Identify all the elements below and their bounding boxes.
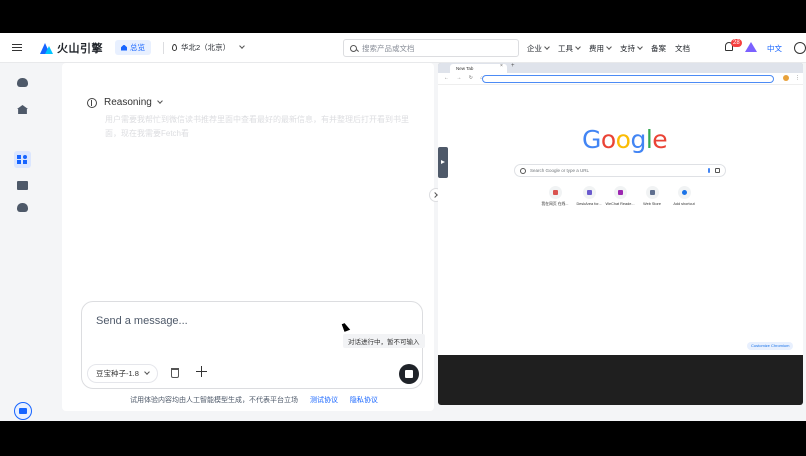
extension-icon[interactable]: [783, 75, 789, 81]
nav-link[interactable]: 备案: [651, 43, 666, 54]
tab-title: New Tab: [456, 66, 474, 71]
home-icon: [121, 44, 127, 51]
brain-icon: [87, 97, 97, 108]
toolbar: ← → ↻ ⌂ ⋮: [438, 73, 803, 85]
google-letter: g: [630, 125, 646, 154]
chevron-down-icon: [637, 43, 643, 50]
home-icon[interactable]: [17, 105, 28, 114]
shortcut-label: Add shortcut: [673, 202, 695, 206]
nav-link-label: 企业: [527, 43, 542, 53]
chevron-down-icon: [239, 43, 246, 49]
region-selector[interactable]: 华北2（北京）: [172, 42, 246, 53]
nav-link[interactable]: 文档: [675, 43, 690, 54]
google-logo: Google: [582, 125, 668, 154]
customize-button[interactable]: Customize Chromium: [747, 342, 794, 350]
overview-label: 总览: [130, 43, 145, 52]
product-icon[interactable]: [745, 42, 757, 52]
tab-strip: New Tab × +: [438, 63, 803, 73]
google-letter: G: [582, 125, 601, 154]
app-frame: 火山引擎 总览 华北2（北京） 搜索产品或文档 企业 工具 费用 支持 备案 文档 28 …: [0, 33, 806, 421]
shortcut-tile[interactable]: Add shortcut: [664, 186, 704, 206]
google-letter: e: [652, 125, 668, 154]
chevron-down-icon: [544, 43, 550, 50]
address-bar[interactable]: [482, 75, 774, 83]
privacy-link[interactable]: 隐私协议: [350, 397, 378, 404]
dashboard-icon[interactable]: [17, 181, 28, 190]
nav-link[interactable]: 支持: [620, 43, 643, 54]
nav-links: 企业 工具 费用 支持 备案 文档: [527, 33, 699, 63]
reasoning-toggle[interactable]: Reasoning: [87, 97, 163, 108]
nav-buttons[interactable]: ← → ↻ ⌂: [444, 75, 486, 81]
chat-panel: Reasoning 用户需要我帮忙到微信读书推荐里面中查看最好的最新信息，有并整…: [62, 63, 434, 411]
shortcut-icon: [548, 186, 562, 199]
busy-tooltip: 对话进行中，暂不可输入: [343, 334, 425, 348]
language-switch[interactable]: 中文: [767, 43, 782, 54]
mic-icon[interactable]: [708, 168, 710, 173]
shortcut-icon: [677, 186, 691, 199]
chat-footer: 试用体验内容均由人工智能模型生成，不代表平台立场 测试协议 隐私协议: [130, 395, 378, 405]
search-placeholder: 搜索产品或文档: [362, 43, 415, 53]
brand-name: 火山引擎: [57, 42, 103, 55]
close-tab-icon[interactable]: ×: [500, 63, 503, 69]
model-name: 豆宝种子-1.8: [96, 369, 139, 378]
shortcut-icon: [645, 186, 659, 199]
divider: [163, 41, 164, 54]
brand-logo[interactable]: 火山引擎: [40, 40, 103, 56]
search-input[interactable]: 搜索产品或文档: [343, 39, 519, 57]
chevron-down-icon: [606, 43, 612, 50]
plus-icon[interactable]: [196, 366, 207, 377]
apps-grid-icon[interactable]: [17, 155, 28, 164]
google-search-input[interactable]: Search Google or type a URL: [514, 164, 726, 177]
nav-link-label: 工具: [558, 43, 573, 53]
trash-icon[interactable]: [171, 368, 179, 378]
cloud-icon[interactable]: [17, 78, 28, 87]
browser-window: New Tab × + ← → ↻ ⌂ ⋮ Google Search Goog…: [438, 63, 803, 405]
nav-link-label: 费用: [589, 43, 604, 53]
top-nav: 火山引擎 总览 华北2（北京） 搜索产品或文档 企业 工具 费用 支持 备案 文档 28 …: [0, 33, 806, 63]
google-letter: o: [615, 125, 631, 154]
tab-new-tab[interactable]: New Tab: [450, 64, 507, 73]
nav-link-label: 支持: [620, 43, 635, 53]
browser-menu-icon[interactable]: ⋮: [795, 75, 800, 81]
chevron-down-icon: [575, 43, 581, 50]
reasoning-text: 用户需要我帮忙到微信读书推荐里面中查看最好的最新信息，有并整理后打开看到书里面，…: [105, 115, 409, 138]
nav-link[interactable]: 企业: [527, 43, 550, 54]
message-input[interactable]: Send a message...: [96, 315, 188, 327]
location-icon: [172, 44, 177, 51]
lens-icon[interactable]: [715, 168, 720, 173]
terms-link[interactable]: 测试协议: [310, 397, 338, 404]
user-avatar-icon[interactable]: [794, 42, 806, 54]
browser-viewport: New Tab × + ← → ↻ ⌂ ⋮ Google Search Goog…: [438, 63, 803, 355]
cloud-storage-icon[interactable]: [17, 203, 28, 212]
disclaimer-text: 试用体验内容均由人工智能模型生成，不代表平台立场: [130, 397, 298, 404]
reasoning-label: Reasoning: [104, 97, 152, 108]
chat-icon[interactable]: [14, 402, 32, 420]
collapse-panel-handle[interactable]: [438, 147, 448, 178]
nav-link-label: 文档: [675, 43, 690, 53]
stop-button[interactable]: [399, 364, 419, 384]
region-label: 华北2（北京）: [181, 43, 231, 52]
google-letter: o: [600, 125, 616, 154]
nav-link[interactable]: 费用: [589, 43, 612, 54]
volcano-logo-icon: [40, 42, 54, 54]
left-rail: [0, 63, 40, 421]
nav-link[interactable]: 工具: [558, 43, 581, 54]
nav-link-label: 备案: [651, 43, 666, 53]
chevron-down-icon: [144, 369, 150, 375]
notification-badge: 28: [731, 39, 742, 47]
model-selector[interactable]: 豆宝种子-1.8: [87, 364, 158, 383]
overview-button[interactable]: 总览: [115, 40, 151, 55]
new-tab-icon[interactable]: +: [511, 63, 515, 69]
search-icon: [350, 44, 357, 52]
chevron-down-icon: [156, 98, 163, 104]
google-search-placeholder: Search Google or type a URL: [530, 168, 590, 173]
menu-icon[interactable]: [12, 43, 22, 52]
shortcut-icon: [613, 186, 627, 199]
shortcut-icon: [582, 186, 596, 199]
